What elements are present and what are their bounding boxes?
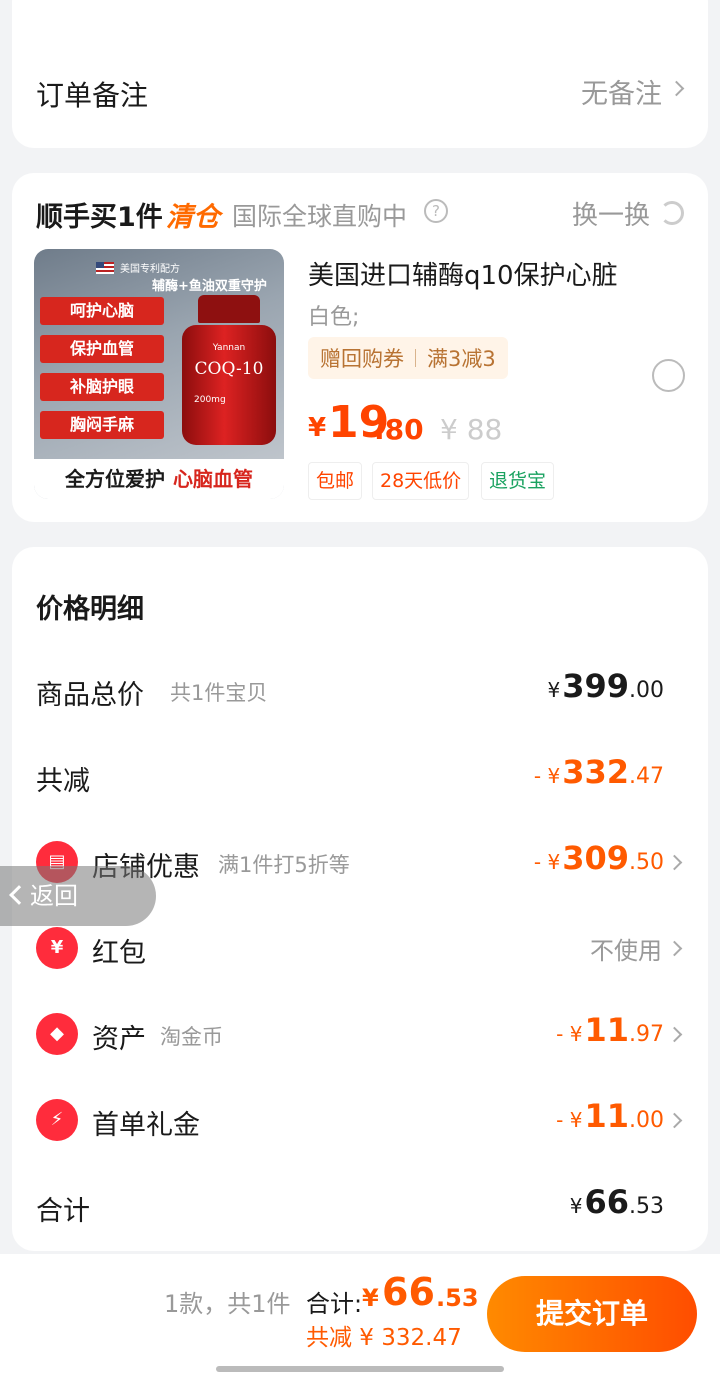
help-icon[interactable]: ? — [424, 199, 448, 223]
image-pill: 呵护心脑 — [40, 297, 164, 325]
price-detail-title: 价格明细 — [36, 594, 144, 625]
amount: - ¥332.47 — [533, 753, 664, 791]
row-first-order-gift[interactable]: ⚡ 首单礼金 - ¥11.00 — [12, 1091, 708, 1151]
select-radio[interactable] — [652, 359, 685, 392]
price-currency: ¥ — [308, 413, 327, 443]
lightning-icon: ⚡ — [36, 1099, 78, 1141]
image-pill: 补脑护眼 — [40, 373, 164, 401]
total-decimal: .53 — [436, 1284, 479, 1312]
coin-tag-icon: ◆ — [36, 1013, 78, 1055]
chevron-left-icon — [9, 885, 29, 905]
chevron-right-icon — [668, 80, 685, 97]
promo-subtitle: 国际全球直购中 — [232, 202, 408, 231]
bottle-brand: Yannan — [212, 343, 246, 353]
remark-value[interactable]: 无备注 — [581, 72, 662, 111]
bottle-graphic: Yannan COQ-10 200mg — [182, 295, 276, 445]
amount: - ¥11.00 — [556, 1097, 664, 1135]
back-button[interactable]: 返回 — [0, 866, 156, 926]
row-assets[interactable]: ◆ 资产 淘金币 - ¥11.97 — [12, 1005, 708, 1065]
row-sum: 合计 ¥66.53 — [36, 1183, 664, 1227]
amount: ¥399.00 — [547, 667, 664, 705]
amount: ¥66.53 — [569, 1183, 664, 1221]
image-top-text: 美国专利配方 — [120, 264, 180, 275]
total-label: 合计: — [306, 1290, 363, 1318]
image-headline: 辅酶+鱼油双重守护 — [152, 279, 267, 294]
remark-label: 订单备注 — [36, 79, 149, 112]
chevron-right-icon — [666, 1026, 683, 1043]
clearance-tag: 清仓 — [166, 202, 220, 233]
swap-button[interactable]: 换一换 — [572, 195, 650, 232]
total-currency: ¥ — [362, 1284, 379, 1312]
free-shipping-tag: 包邮 — [308, 462, 363, 500]
add-on-product-card: 顺手买1件 清仓 国际全球直购中 ? 换一换 美国专利配方 辅酶+鱼油双重守护 … — [12, 173, 708, 522]
image-pill: 保护血管 — [40, 335, 164, 363]
amount: - ¥11.97 — [556, 1011, 664, 1049]
bottle-dose: 200mg — [194, 395, 226, 405]
chevron-right-icon — [666, 940, 683, 957]
us-flag-icon — [96, 262, 114, 274]
submit-order-button[interactable]: 提交订单 — [487, 1276, 697, 1352]
red-packet-icon: ¥ — [36, 927, 78, 969]
low-price-tag: 28天低价 — [372, 462, 470, 500]
item-count: 1款，共1件 — [164, 1290, 291, 1318]
total-saved: 共减 ¥ 332.47 — [306, 1325, 462, 1351]
total-integer: 66 — [382, 1270, 435, 1314]
image-pill: 胸闷手麻 — [40, 411, 164, 439]
amount: - ¥309.50 — [533, 839, 664, 877]
row-goods-total: 商品总价 共1件宝贝 ¥399.00 — [36, 667, 664, 711]
product-image[interactable]: 美国专利配方 辅酶+鱼油双重守护 呵护心脑 保护血管 补脑护眼 胸闷手麻 Yan… — [34, 249, 284, 499]
row-total-discount: 共减 - ¥332.47 — [36, 753, 664, 797]
product-name[interactable]: 美国进口辅酶q10保护心脏 — [308, 255, 618, 292]
image-bottom-banner: 全方位爱护 心脑血管 — [34, 459, 284, 499]
home-indicator[interactable] — [216, 1366, 504, 1372]
bottle-label: COQ-10 — [194, 359, 264, 379]
coupon-badge: 赠回购券 满3减3 — [308, 337, 508, 379]
chevron-right-icon — [666, 1112, 683, 1129]
chevron-right-icon — [666, 854, 683, 871]
promo-title: 顺手买1件 — [36, 202, 163, 233]
checkout-bar: 1款，共1件 合计: ¥ 66 .53 共减 ¥ 332.47 提交订单 — [0, 1254, 720, 1376]
order-remark-card[interactable]: 订单备注 无备注 — [12, 0, 708, 148]
price-decimal: .80 — [374, 413, 424, 446]
return-insurance-tag: 退货宝 — [481, 462, 555, 500]
refresh-icon[interactable] — [660, 201, 684, 225]
row-red-packet[interactable]: ¥ 红包 不使用 — [12, 919, 708, 979]
product-spec: 白色; — [308, 305, 360, 330]
original-price: ¥ 88 — [440, 413, 503, 446]
